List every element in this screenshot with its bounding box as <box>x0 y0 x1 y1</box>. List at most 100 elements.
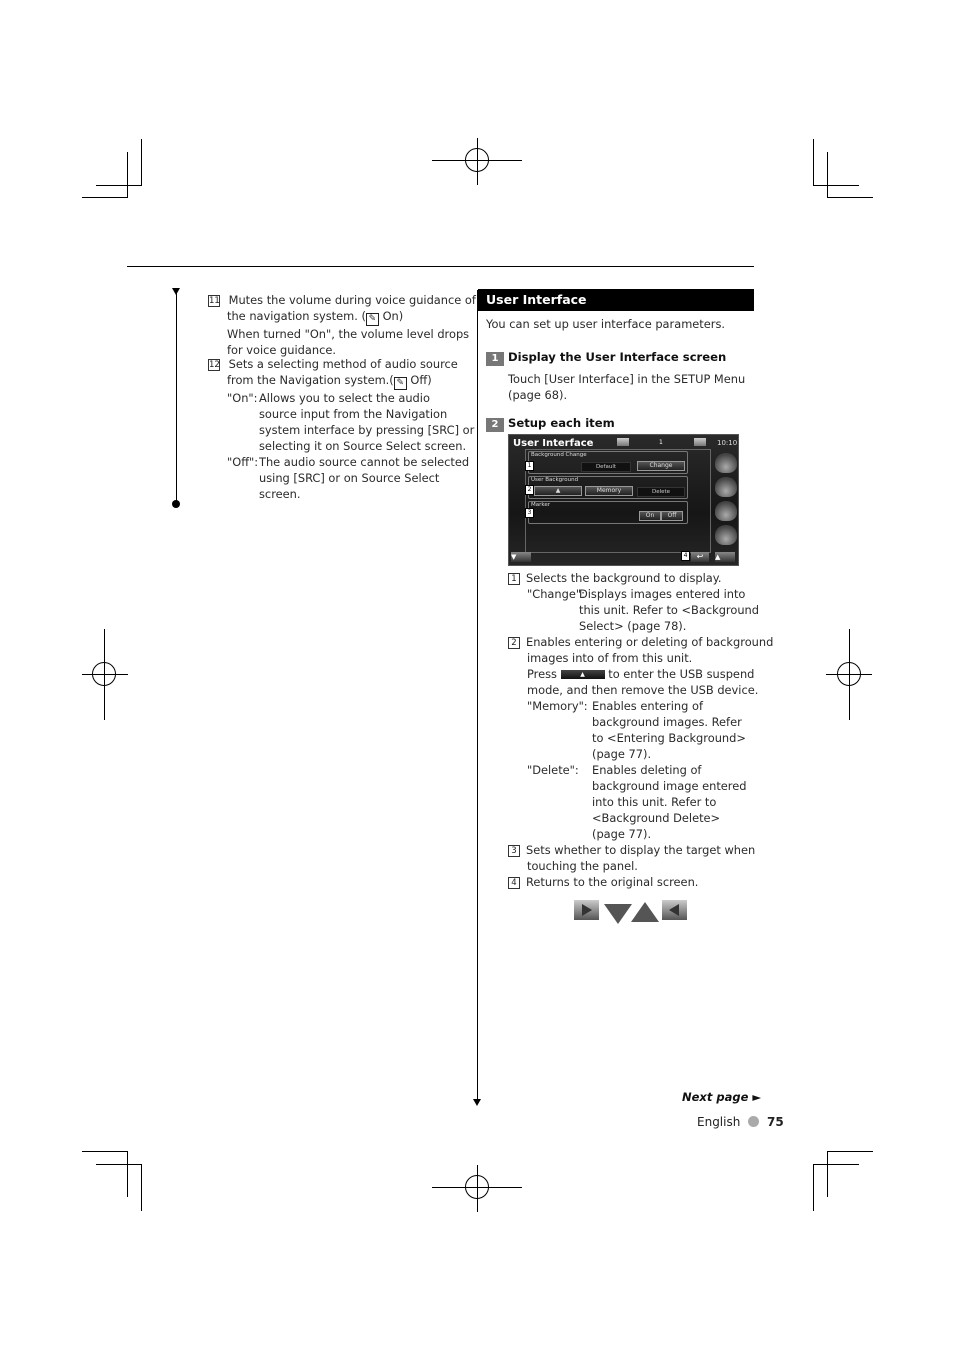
desc-3: 3 Sets whether to display the target when… <box>508 842 755 874</box>
setup-menu-icon[interactable] <box>715 453 737 473</box>
memory-button[interactable]: Memory <box>585 486 633 496</box>
item-text: the navigation system. ( <box>227 309 366 323</box>
continuation-line <box>176 290 177 504</box>
page-footer: English 75 <box>697 1115 784 1129</box>
crop-mark <box>96 1164 142 1165</box>
step-text: Touch [User Interface] in the SETUP Menu <box>508 372 746 386</box>
source-icon[interactable] <box>715 525 737 545</box>
column-line <box>477 290 478 1102</box>
step-1-body: Touch [User Interface] in the SETUP Menu… <box>508 371 745 403</box>
option-text: (page 77). <box>592 827 652 841</box>
crop-mark <box>96 185 142 186</box>
desc-text: images into of from this unit. <box>527 651 693 665</box>
crop-mark <box>82 197 128 198</box>
desc-4: 4 Returns to the original screen. <box>508 874 698 890</box>
return-button[interactable]: ↩ <box>691 552 709 562</box>
item-text: Mutes the volume during voice guidance o… <box>228 293 476 307</box>
option-text: this unit. Refer to <Background <box>579 603 760 617</box>
registration-circle <box>837 662 861 686</box>
section-title: User Interface <box>486 292 587 307</box>
item-text: from the Navigation system.( <box>227 373 394 387</box>
step-title: Setup each item <box>508 416 615 430</box>
option-text: Allows you to select the audio <box>259 391 430 405</box>
next-icon <box>574 900 599 920</box>
next-page-label: Next page ► <box>682 1090 762 1104</box>
callout-4: 4 <box>681 551 690 561</box>
eject-button[interactable]: ▲ <box>534 486 582 496</box>
section-intro: You can set up user interface parameters… <box>486 317 726 331</box>
crop-mark <box>127 1151 128 1197</box>
continuation-dot-icon <box>172 500 180 508</box>
desc-text: touching the panel. <box>527 859 638 873</box>
crop-mark <box>827 152 828 198</box>
language-label: English <box>697 1115 741 1129</box>
desc-number: 3 <box>508 845 520 857</box>
item-12: 12 Sets a selecting method of audio sour… <box>208 357 475 502</box>
option-on: "On": Allows you to select the audio sou… <box>208 390 474 454</box>
callout-2: 2 <box>525 485 534 495</box>
crop-mark <box>141 139 142 186</box>
item-number: 12 <box>208 359 220 371</box>
option-off: "Off": The audio source cannot be select… <box>208 454 469 502</box>
callout-3: 3 <box>525 508 534 518</box>
nav-buttons <box>574 898 690 926</box>
group-label: User Background <box>531 477 579 483</box>
crop-mark <box>813 1164 859 1165</box>
crop-mark <box>141 1164 142 1211</box>
screen-title: User Interface <box>513 438 594 449</box>
step-text: (page 68). <box>508 388 568 402</box>
continuation-arrow-icon <box>473 1099 481 1106</box>
option-text: Select> (page 78). <box>579 619 687 633</box>
step-2: 2 Setup each item <box>486 412 615 432</box>
marker-off-button[interactable]: Off <box>661 511 683 521</box>
change-button[interactable]: Change <box>637 461 685 471</box>
option-text: Enables entering of <box>592 699 703 713</box>
next-page-button[interactable] <box>694 438 706 446</box>
option-key: "Memory": <box>527 699 588 713</box>
delete-button[interactable]: Delete <box>637 487 685 497</box>
scroll-down-button[interactable]: ▼ <box>511 552 531 562</box>
step-title: Display the User Interface screen <box>508 350 727 364</box>
speaker-icon[interactable] <box>715 501 737 521</box>
prev-page-button[interactable] <box>617 438 629 446</box>
item-text: Sets a selecting method of audio source <box>228 357 458 371</box>
item-number: 11 <box>208 295 220 307</box>
marker-on-button[interactable]: On <box>639 511 661 521</box>
desc-1: 1 Selects the background to display. "Cha… <box>508 570 759 634</box>
audio-icon[interactable] <box>715 477 737 497</box>
item-text: When turned "On", the volume level drops <box>227 327 470 341</box>
option-text: selecting it on Source Select screen. <box>259 439 467 453</box>
desc-text: Enables entering or deleting of backgrou… <box>526 635 774 649</box>
option-text: The audio source cannot be selected <box>259 455 470 469</box>
bullet-icon <box>748 1116 760 1127</box>
crop-mark <box>827 1151 828 1197</box>
desc-text: Sets whether to display the target when <box>526 843 756 857</box>
option-key: "Delete": <box>527 763 579 777</box>
continuation-arrow-icon <box>172 288 180 295</box>
pencil-icon: ✎ <box>393 377 407 390</box>
scroll-up-button[interactable]: ▲ <box>715 552 735 562</box>
desc-number: 4 <box>508 877 520 889</box>
option-text: Enables deleting of <box>592 763 702 777</box>
option-text: into this unit. Refer to <box>592 795 717 809</box>
previous-icon <box>662 900 687 920</box>
section-header: User Interface <box>478 289 754 311</box>
step-number: 2 <box>486 418 504 432</box>
default-value: Off <box>410 373 428 387</box>
desc-text: mode, and then remove the USB device. <box>527 683 759 697</box>
option-text: using [SRC] or on Source Select <box>259 471 440 485</box>
crop-mark <box>813 1164 814 1211</box>
desc-text: Selects the background to display. <box>526 571 722 585</box>
option-text: (page 77). <box>592 747 652 761</box>
registration-circle <box>92 662 116 686</box>
option-text: background image entered <box>592 779 747 793</box>
callout-1: 1 <box>525 461 534 471</box>
crop-mark <box>813 185 859 186</box>
clock: 10:10 <box>717 439 738 447</box>
pencil-icon: ✎ <box>365 313 379 326</box>
option-text: background images. Refer <box>592 715 742 729</box>
option-text: to <Entering Background> <box>592 731 746 745</box>
crop-mark <box>813 139 814 186</box>
eject-button-image: ▲ <box>560 670 605 679</box>
option-text: <Background Delete> <box>592 811 721 825</box>
